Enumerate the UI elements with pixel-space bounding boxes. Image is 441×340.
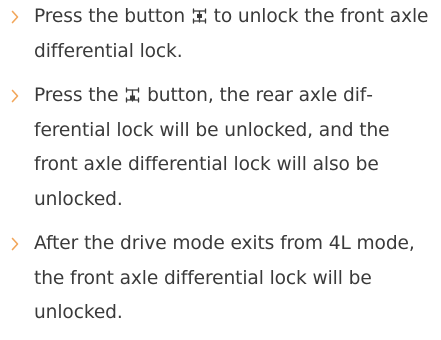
list-item: After the drive mode exits from 4L mode,… (0, 227, 441, 331)
item-text-before: Press the (34, 85, 125, 106)
rear-axle-diff-lock-icon (125, 81, 140, 103)
item-text-before: Press the button (34, 6, 191, 27)
list-item: Press the button, the rear axle dif­fere… (0, 79, 441, 217)
chevron-right-icon (11, 0, 23, 35)
front-axle-diff-lock-icon (192, 2, 207, 24)
instruction-list: Press the button to unlock the front axl… (0, 0, 441, 331)
chevron-right-icon (11, 227, 23, 262)
item-text: After the drive mode exits from 4L mode,… (34, 233, 415, 323)
chevron-right-icon (11, 79, 23, 114)
list-item: Press the button to unlock the front axl… (0, 0, 441, 69)
